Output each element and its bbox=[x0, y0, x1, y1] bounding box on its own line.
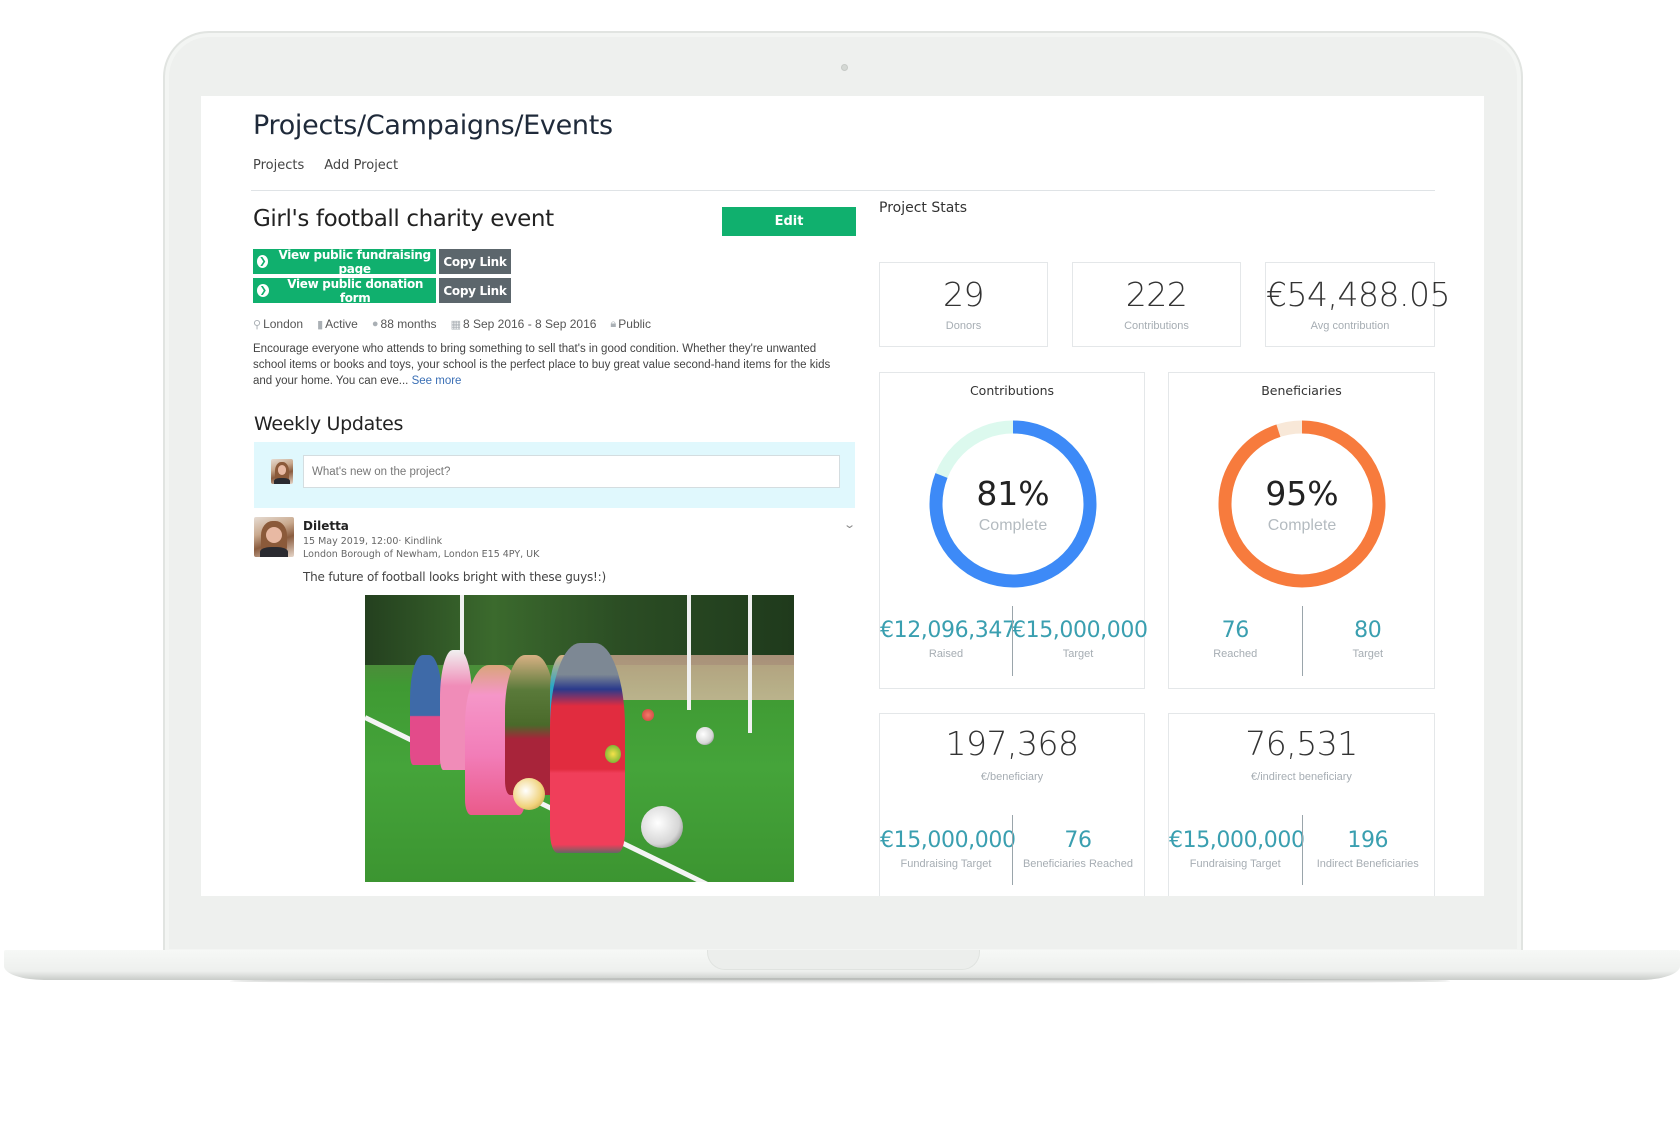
contributions-label: Contributions bbox=[1124, 320, 1189, 332]
stat-card-donors: 29 Donors bbox=[879, 262, 1048, 347]
photo-goal-post bbox=[748, 595, 752, 733]
meta-duration: ● 88 months bbox=[371, 317, 437, 331]
weekly-updates-title: Weekly Updates bbox=[254, 413, 404, 435]
edit-button[interactable]: Edit bbox=[722, 207, 856, 236]
split-divider bbox=[1012, 815, 1013, 885]
post-location: London Borough of Newham, London E15 4PY… bbox=[303, 549, 540, 560]
fundraising-target: €15,000,000 Fundraising Target bbox=[880, 828, 1016, 870]
calendar-icon: ▦ bbox=[450, 318, 461, 331]
update-composer bbox=[254, 442, 855, 508]
photo-ball bbox=[641, 806, 683, 848]
update-input[interactable] bbox=[303, 455, 840, 488]
contributions-value: 222 bbox=[1125, 275, 1188, 314]
view-donation-form-button[interactable]: ❯ View public donation form bbox=[253, 276, 436, 305]
contributions-card: Contributions 81% Complete €12,096,347 R… bbox=[879, 372, 1148, 689]
divider bbox=[251, 190, 1435, 191]
per-beneficiary-card: 197,368 €/beneficiary €15,000,000 Fundra… bbox=[879, 713, 1145, 896]
split-divider bbox=[1301, 606, 1303, 676]
nav-add-project[interactable]: Add Project bbox=[324, 158, 398, 173]
meta-location: ⚲ London bbox=[253, 317, 304, 331]
per-indirect-value: 76,531 bbox=[1245, 724, 1358, 763]
fundraising-link-row: ❯ View public fundraising page Copy Link bbox=[253, 247, 511, 276]
map-pin-icon: ⚲ bbox=[253, 318, 262, 331]
page-title: Projects/Campaigns/Events bbox=[253, 110, 613, 141]
contributions-raised: €12,096,347 Raised bbox=[880, 618, 1016, 660]
copy-donation-link-button[interactable]: Copy Link bbox=[439, 278, 511, 303]
post-author-avatar bbox=[254, 517, 294, 557]
project-description: Encourage everyone who attends to bring … bbox=[253, 343, 831, 387]
donors-label: Donors bbox=[945, 320, 982, 332]
project-meta: ⚲ London ▮ Active ● 88 months ▦ 8 Sep 20… bbox=[253, 317, 651, 331]
stat-card-contributions: 222 Contributions bbox=[1072, 262, 1241, 347]
beneficiaries-donut: 95% Complete bbox=[1217, 419, 1387, 589]
view-fundraising-page-button[interactable]: ❯ View public fundraising page bbox=[253, 247, 436, 276]
contributions-percent: 81% bbox=[976, 473, 1050, 513]
beneficiaries-complete-label: Complete bbox=[1267, 516, 1337, 534]
contributions-card-title: Contributions bbox=[969, 383, 1055, 398]
photo-ball bbox=[696, 727, 714, 745]
contributions-donut: 81% Complete bbox=[928, 419, 1098, 589]
screen: Projects/Campaigns/Events Projects Add P… bbox=[201, 96, 1484, 896]
project-title: Girl's football charity event bbox=[253, 206, 554, 232]
donors-value: 29 bbox=[943, 275, 985, 314]
beneficiaries-reached: 76 Beneficiaries Reached bbox=[1022, 828, 1134, 870]
see-more-link[interactable]: See more bbox=[412, 375, 462, 387]
bookmark-icon: ▮ bbox=[317, 318, 324, 331]
post-timestamp: 15 May 2019, 12:00· Kindlink bbox=[303, 536, 443, 547]
laptop-notch bbox=[707, 950, 980, 970]
lock-icon: 🔒︎ bbox=[610, 317, 617, 330]
meta-visibility: 🔒︎ Public bbox=[610, 317, 651, 331]
laptop-shadow bbox=[230, 978, 1450, 984]
avg-contribution-value: €54,488.05 bbox=[1266, 275, 1450, 314]
copy-fundraising-link-button[interactable]: Copy Link bbox=[439, 249, 511, 274]
laptop-camera bbox=[841, 64, 848, 71]
beneficiaries-card: Beneficiaries 95% Complete 76 Reached 80… bbox=[1168, 372, 1435, 689]
beneficiaries-reached: 76 Reached bbox=[1213, 618, 1258, 660]
split-divider bbox=[1012, 606, 1013, 676]
chevron-right-circle-icon: ❯ bbox=[257, 284, 270, 297]
meta-dates: ▦ 8 Sep 2016 - 8 Sep 2016 bbox=[450, 317, 597, 331]
photo-goal-post bbox=[687, 595, 691, 710]
photo-child bbox=[410, 655, 442, 765]
avatar bbox=[271, 459, 293, 484]
beneficiaries-percent: 95% bbox=[1265, 473, 1339, 513]
stopwatch-icon: ● bbox=[371, 318, 379, 330]
photo-fence bbox=[595, 655, 794, 700]
per-beneficiary-label: €/beneficiary bbox=[980, 771, 1044, 783]
beneficiaries-card-title: Beneficiaries bbox=[1261, 383, 1342, 398]
stat-card-avg-contribution: €54,488.05 Avg contribution bbox=[1265, 262, 1450, 347]
post-text: The future of football looks bright with… bbox=[303, 570, 606, 584]
chevron-down-icon[interactable]: ⌄ bbox=[843, 518, 856, 531]
photo-ball bbox=[605, 745, 621, 763]
chevron-right-circle-icon: ❯ bbox=[257, 255, 269, 268]
project-stats-title: Project Stats bbox=[879, 200, 968, 216]
nav-projects[interactable]: Projects bbox=[253, 158, 304, 173]
contributions-target: €15,000,000 Target bbox=[1012, 618, 1148, 660]
per-indirect-beneficiary-card: 76,531 €/indirect beneficiary €15,000,00… bbox=[1168, 713, 1435, 896]
fundraising-target: €15,000,000 Fundraising Target bbox=[1169, 828, 1305, 870]
split-divider bbox=[1301, 815, 1303, 885]
top-nav: Projects Add Project bbox=[253, 158, 398, 173]
post-meta: 15 May 2019, 12:00· Kindlink London Boro… bbox=[303, 535, 539, 561]
meta-status: ▮ Active bbox=[317, 317, 358, 331]
avg-contribution-label: Avg contribution bbox=[1310, 320, 1390, 332]
donation-link-row: ❯ View public donation form Copy Link bbox=[253, 276, 511, 305]
view-fundraising-page-label: View public fundraising page bbox=[278, 247, 431, 276]
indirect-beneficiaries: 196 Indirect Beneficiaries bbox=[1316, 828, 1419, 870]
per-beneficiary-value: 197,368 bbox=[945, 724, 1079, 763]
beneficiaries-target: 80 Target bbox=[1352, 618, 1384, 660]
post-image bbox=[365, 595, 794, 882]
photo-ball bbox=[642, 709, 654, 721]
contributions-complete-label: Complete bbox=[978, 516, 1048, 534]
photo-child bbox=[505, 655, 555, 795]
photo-ball bbox=[513, 778, 545, 810]
post-author-name[interactable]: Diletta bbox=[303, 519, 349, 533]
per-indirect-label: €/indirect beneficiary bbox=[1251, 771, 1352, 783]
view-donation-form-label: View public donation form bbox=[287, 276, 424, 305]
